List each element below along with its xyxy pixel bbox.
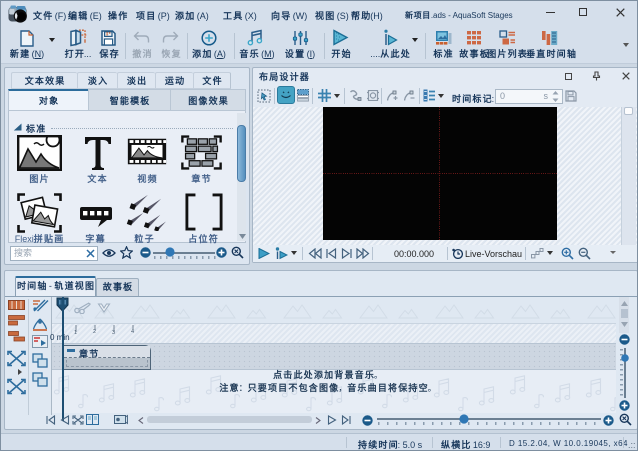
svg-text:4: 4 xyxy=(131,329,134,335)
svg-text:3: 3 xyxy=(112,330,115,335)
svg-text:2: 2 xyxy=(93,329,96,335)
svg-text:1: 1 xyxy=(74,330,77,335)
